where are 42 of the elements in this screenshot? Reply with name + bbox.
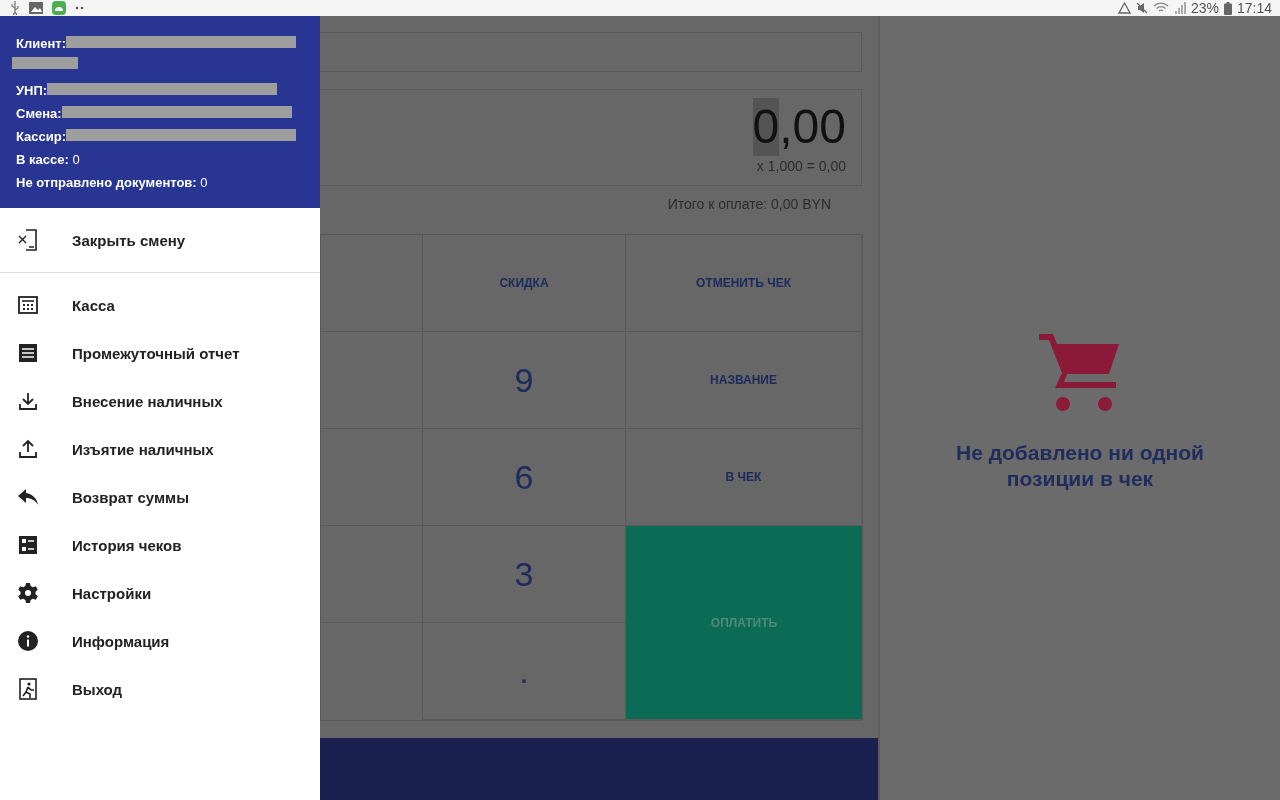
- menu-item[interactable]: История чеков: [0, 521, 320, 569]
- header-label: Клиент:: [16, 36, 66, 51]
- report-icon: [18, 343, 38, 363]
- close-shift-icon: [18, 229, 38, 251]
- header-value: 0: [199, 175, 208, 190]
- reply-icon: [18, 489, 38, 505]
- menu-item[interactable]: Возврат суммы: [0, 473, 320, 521]
- redaction-bar: [12, 57, 78, 69]
- exit-icon: [18, 678, 38, 700]
- header-label: Не отправлено документов:: [16, 175, 197, 190]
- total-text: Итого к оплате: 0,00 BYN: [666, 195, 832, 214]
- info-icon: [18, 631, 38, 651]
- more-icon: [75, 6, 85, 10]
- usb-icon: [10, 1, 20, 15]
- header-label: В кассе:: [16, 152, 69, 167]
- multiplier-text: x 1,000 = 0,00: [756, 158, 846, 174]
- list-icon: [18, 535, 38, 555]
- mute-icon: [1135, 2, 1148, 14]
- menu-item[interactable]: Промежуточный отчет: [0, 329, 320, 377]
- upload-icon: [18, 439, 38, 459]
- menu-item[interactable]: Выход: [0, 665, 320, 713]
- header-label: Кассир:: [16, 129, 67, 144]
- menu-item[interactable]: Информация: [0, 617, 320, 665]
- calculator-icon: [18, 296, 38, 314]
- wifi-icon: [1152, 2, 1169, 14]
- header-value: 0: [71, 152, 80, 167]
- amount-digit: ,00: [779, 99, 846, 155]
- header-label: УНП:: [16, 83, 48, 98]
- menu-item[interactable]: Внесение наличных: [0, 377, 320, 425]
- clock: 17:14: [1236, 0, 1272, 16]
- signal-icon: [1173, 2, 1186, 14]
- menu-item[interactable]: Изъятие наличных: [0, 425, 320, 473]
- cart-icon: [1039, 332, 1121, 412]
- menu-item[interactable]: Касса: [0, 281, 320, 329]
- menu-item[interactable]: Настройки: [0, 569, 320, 617]
- header-label: Смена:: [16, 106, 62, 121]
- amount-digit: 0: [752, 98, 780, 156]
- settings-icon: [18, 583, 38, 603]
- download-icon: [18, 391, 38, 411]
- menu-item[interactable]: Закрыть смену: [0, 216, 320, 264]
- empty-cart-message: Не добавлено ни одной позиции в чек: [955, 440, 1205, 492]
- battery-percent: 23%: [1190, 0, 1219, 16]
